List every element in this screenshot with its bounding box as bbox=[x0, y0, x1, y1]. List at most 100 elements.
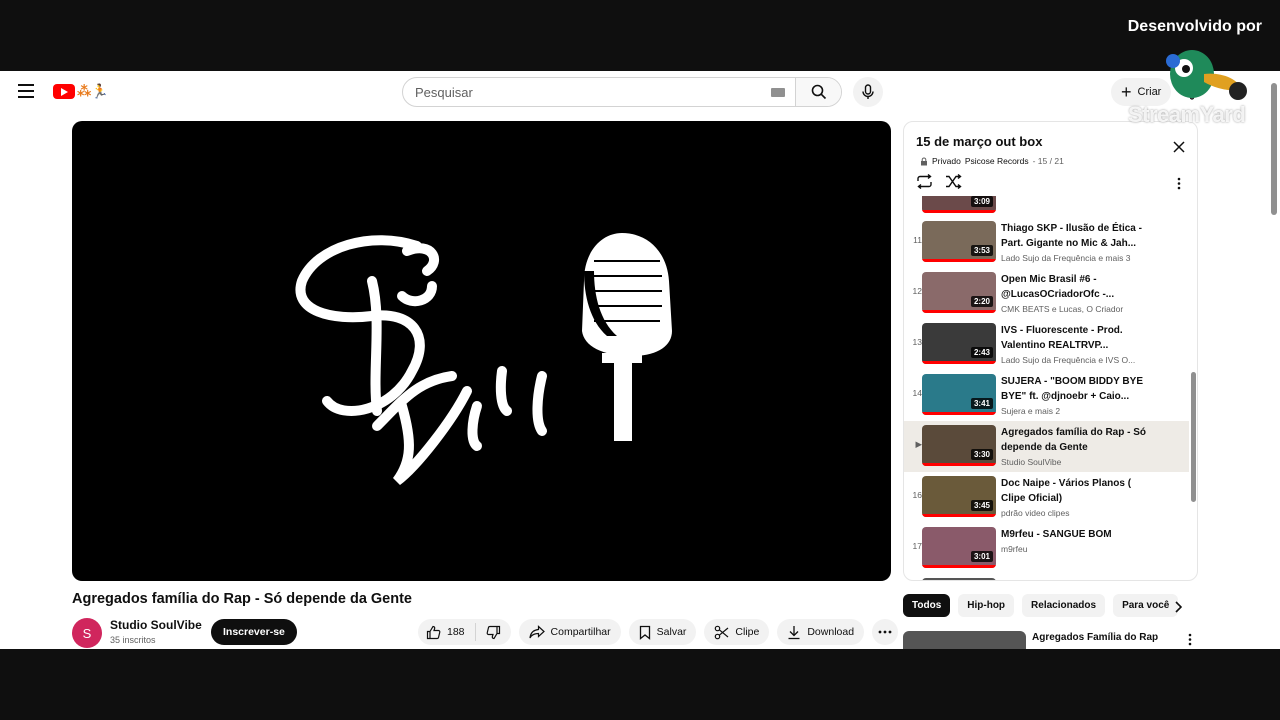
plus-icon: + bbox=[1121, 82, 1132, 102]
action-bar: 188 Compartilhar Salvar Clipe Download bbox=[418, 619, 899, 645]
chevron-right-icon[interactable] bbox=[1174, 600, 1183, 618]
chip[interactable]: Para você bbox=[1113, 594, 1179, 617]
playlist-item-index: ▶ bbox=[915, 439, 922, 449]
duration-badge: 2:20 bbox=[970, 296, 993, 307]
playlist-meta: Privado Psicose Records - 15 / 21 bbox=[920, 156, 1064, 166]
page-scrollbar[interactable] bbox=[1271, 83, 1277, 215]
download-label: Download bbox=[807, 626, 855, 638]
repeat-icon[interactable] bbox=[916, 174, 933, 189]
close-icon[interactable] bbox=[1173, 140, 1185, 158]
playlist-items: 3:09 11 3:53 Thiago SKP - Ilusão de Ética -… bbox=[904, 196, 1189, 580]
watched-progress bbox=[922, 565, 996, 568]
playlist-item-thumbnail[interactable]: 3:53 bbox=[922, 221, 996, 262]
like-count: 188 bbox=[447, 626, 465, 638]
playlist-owner[interactable]: Psicose Records bbox=[965, 156, 1029, 166]
chip[interactable]: Hip-hop bbox=[958, 594, 1015, 617]
search-button[interactable] bbox=[795, 78, 841, 106]
recommendation-thumbnail[interactable] bbox=[903, 631, 1026, 649]
youtube-logo[interactable]: ⁂🏃 bbox=[53, 83, 109, 100]
recommendation-menu-icon[interactable] bbox=[1188, 633, 1192, 649]
playlist-item-channel: m9rfeu bbox=[1001, 544, 1028, 554]
channel-avatar[interactable]: S bbox=[72, 618, 102, 648]
search-input[interactable] bbox=[403, 78, 771, 106]
playlist-item-thumbnail[interactable]: 2:20 bbox=[922, 272, 996, 313]
playlist-item-title[interactable]: M9rfeu - SANGUE BOM bbox=[1001, 527, 1149, 542]
clip-button[interactable]: Clipe bbox=[704, 619, 770, 645]
playlist-item-index: 17 bbox=[912, 541, 922, 551]
duration-badge: 3:01 bbox=[970, 551, 993, 562]
stream-top-band: Desenvolvido por bbox=[0, 0, 1280, 71]
playlist-scrollbar[interactable] bbox=[1191, 372, 1196, 502]
playlist-position: - 15 / 21 bbox=[1032, 156, 1064, 166]
playlist-item[interactable]: 3:09 bbox=[904, 196, 1189, 219]
playlist-menu-icon[interactable] bbox=[1177, 177, 1181, 195]
playlist-item-title[interactable]: Thiago SKP - Ilusão de Ética - Part. Gig… bbox=[1001, 221, 1149, 251]
microphone-icon bbox=[862, 84, 874, 99]
playlist-item[interactable]: 17 3:01 M9rfeu - SANGUE BOM m9rfeu bbox=[904, 523, 1189, 574]
thumbs-up-icon bbox=[426, 625, 441, 639]
playlist-item-thumbnail[interactable]: 3:09 bbox=[922, 196, 996, 213]
playlist-item-thumbnail[interactable]: 2:43 bbox=[922, 323, 996, 364]
playlist-title[interactable]: 15 de março out box bbox=[916, 134, 1042, 149]
playlist-item-title[interactable]: Agregados família do Rap - Só depende da… bbox=[1001, 425, 1149, 455]
duration-badge: 3:53 bbox=[970, 245, 993, 256]
playlist-item-thumbnail[interactable]: 3:01 bbox=[922, 527, 996, 568]
playlist-item-channel: Sujera e mais 2 bbox=[1001, 406, 1061, 416]
share-button[interactable]: Compartilhar bbox=[518, 619, 621, 645]
channel-name[interactable]: Studio SoulVibe bbox=[110, 618, 202, 632]
playlist-item[interactable]: 13 2:43 IVS - Fluorescente - Prod. Valenti… bbox=[904, 319, 1189, 370]
playlist-item[interactable]: 12 2:20 Open Mic Brasil #6 - @LucasOCriado… bbox=[904, 268, 1189, 319]
create-label: Criar bbox=[1137, 86, 1162, 98]
download-button[interactable]: Download bbox=[777, 619, 865, 645]
masthead: ⁂🏃 + Criar bbox=[0, 71, 1280, 113]
chip[interactable]: Relacionados bbox=[1022, 594, 1106, 617]
video-player[interactable] bbox=[72, 121, 891, 581]
share-label: Compartilhar bbox=[550, 626, 611, 638]
playlist-item[interactable]: 14 3:41 SUJERA - "BOOM BIDDY BYE BYE" ft. … bbox=[904, 370, 1189, 421]
more-actions-button[interactable] bbox=[872, 619, 899, 645]
playlist-item-channel: CMK BEATS e Lucas, O Criador bbox=[1001, 304, 1124, 314]
playlist-item-channel: Lado Sujo da Frequência e IVS O... bbox=[1001, 355, 1136, 365]
playlist-item-index: 13 bbox=[912, 337, 922, 347]
thumbs-down-icon bbox=[486, 625, 500, 639]
lock-icon bbox=[921, 157, 927, 165]
subscribe-button[interactable]: Inscrever-se bbox=[211, 619, 297, 645]
playlist-item[interactable]: ▶ 3:30 Agregados família do Rap - Só depen… bbox=[904, 421, 1189, 472]
playlist-item-title[interactable]: IVS - Fluorescente - Prod. Valentino REA… bbox=[1001, 323, 1149, 353]
save-label: Salvar bbox=[656, 626, 687, 638]
shuffle-icon[interactable] bbox=[945, 174, 962, 189]
scissors-icon bbox=[715, 625, 729, 639]
watched-progress bbox=[922, 412, 996, 415]
playlist-item[interactable]: 16 3:45 Doc Naipe - Vários Planos ( Clipe … bbox=[904, 472, 1189, 523]
soulvibe-logo bbox=[295, 233, 672, 485]
playlist-item-title[interactable]: Doc Naipe - Vários Planos ( Clipe Oficia… bbox=[1001, 476, 1149, 506]
playlist-item-thumbnail[interactable] bbox=[922, 578, 996, 580]
save-button[interactable]: Salvar bbox=[628, 619, 697, 645]
watched-progress bbox=[922, 310, 996, 313]
playlist-item-thumbnail[interactable]: 3:30 bbox=[922, 425, 996, 466]
keyboard-icon[interactable] bbox=[771, 87, 785, 97]
channel-row: S Studio SoulVibe 35 inscritos Inscrever… bbox=[72, 617, 899, 649]
playlist-item-thumbnail[interactable]: 3:41 bbox=[922, 374, 996, 415]
watched-progress bbox=[922, 514, 996, 517]
menu-icon[interactable] bbox=[18, 84, 34, 98]
clip-label: Clipe bbox=[735, 626, 760, 638]
playlist-item-title[interactable]: SUJERA - "BOOM BIDDY BYE BYE" ft. @djnoe… bbox=[1001, 374, 1149, 404]
duration-badge: 3:41 bbox=[970, 398, 993, 409]
playlist-item-index: 12 bbox=[912, 286, 922, 296]
like-button[interactable]: 188 bbox=[418, 623, 476, 641]
duration-badge: 3:09 bbox=[970, 196, 993, 207]
playlist-item-title[interactable]: Akline - Vazio (Videoclipe... bbox=[1001, 578, 1149, 580]
playlist-item[interactable]: Akline - Vazio (Videoclipe... bbox=[904, 574, 1189, 580]
playlist-item-channel: Lado Sujo da Frequência e mais 3 bbox=[1001, 253, 1131, 263]
stream-bottom-band bbox=[0, 649, 1280, 720]
recommendation-title[interactable]: Agregados Família do Rap bbox=[1032, 632, 1158, 643]
dislike-button[interactable] bbox=[476, 625, 511, 640]
playlist-item-thumbnail[interactable]: 3:45 bbox=[922, 476, 996, 517]
playlist-item-index: 14 bbox=[912, 388, 922, 398]
playlist-item-title[interactable]: Open Mic Brasil #6 - @LucasOCriadorOfc -… bbox=[1001, 272, 1149, 302]
chip[interactable]: Todos bbox=[903, 594, 951, 617]
share-icon bbox=[528, 625, 545, 639]
voice-search-button[interactable] bbox=[853, 77, 883, 107]
playlist-item[interactable]: 11 3:53 Thiago SKP - Ilusão de Ética - Par… bbox=[904, 217, 1189, 268]
